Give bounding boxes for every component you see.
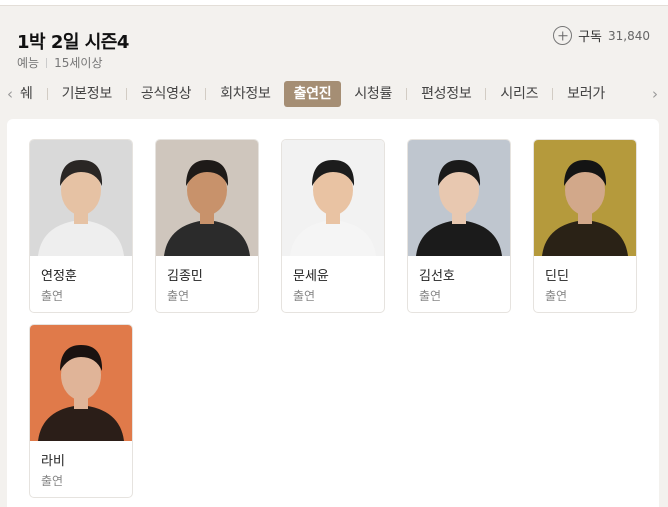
cast-name: 라비 bbox=[41, 454, 65, 469]
portrait-image bbox=[30, 140, 132, 256]
cast-photo bbox=[30, 140, 132, 256]
tab-bar: ‹ 쉐 기본정보 공식영상 회차정보 출연진 시청률 편성정보 시리즈 보러가 … bbox=[0, 79, 668, 109]
cast-name: 딘딘 bbox=[545, 269, 569, 284]
tab-divider bbox=[205, 88, 207, 100]
tab-watch[interactable]: 보러가 bbox=[567, 81, 605, 107]
cast-photo bbox=[408, 140, 510, 256]
cast-card[interactable]: 김선호 출연 bbox=[407, 139, 511, 313]
cast-photo bbox=[30, 325, 132, 441]
tab-basic-info[interactable]: 기본정보 bbox=[62, 81, 113, 107]
cast-photo bbox=[534, 140, 636, 256]
chevron-right-icon[interactable]: › bbox=[648, 86, 662, 102]
cast-role: 출연 bbox=[41, 289, 64, 303]
tab-divider bbox=[552, 88, 554, 100]
chevron-left-icon[interactable]: ‹ bbox=[3, 86, 17, 102]
plus-circle-icon bbox=[553, 26, 573, 45]
top-border bbox=[0, 0, 668, 6]
cast-card[interactable]: 라비 출연 bbox=[29, 324, 133, 498]
subscribe-button[interactable]: 구독 31,840 bbox=[553, 26, 650, 45]
cast-photo bbox=[282, 140, 384, 256]
tab-series[interactable]: 시리즈 bbox=[500, 81, 538, 107]
cast-name: 김선호 bbox=[419, 269, 455, 284]
program-title: 1박 2일 시즌4 bbox=[17, 32, 129, 53]
cast-card[interactable]: 딘딘 출연 bbox=[533, 139, 637, 313]
subscribe-label: 구독 bbox=[578, 30, 602, 45]
tab-cast[interactable]: 출연진 bbox=[283, 81, 342, 107]
cast-name: 연정훈 bbox=[41, 269, 77, 284]
cast-role: 출연 bbox=[545, 289, 568, 303]
portrait-image bbox=[408, 140, 510, 256]
tab-official-video[interactable]: 공식영상 bbox=[141, 81, 192, 107]
cast-name: 김종민 bbox=[167, 269, 203, 284]
tab-list: 쉐 기본정보 공식영상 회차정보 출연진 시청률 편성정보 시리즈 보러가 bbox=[20, 79, 644, 109]
cast-card[interactable]: 문세윤 출연 bbox=[281, 139, 385, 313]
cast-role: 출연 bbox=[167, 289, 190, 303]
cast-name: 문세윤 bbox=[293, 269, 329, 284]
tab-divider bbox=[46, 88, 48, 100]
program-meta: 예능 15세이상 bbox=[17, 54, 102, 71]
portrait-image bbox=[534, 140, 636, 256]
cast-card[interactable]: 연정훈 출연 bbox=[29, 139, 133, 313]
tab-partial[interactable]: 쉐 bbox=[20, 81, 33, 107]
cast-card[interactable]: 김종민 출연 bbox=[155, 139, 259, 313]
cast-role: 출연 bbox=[293, 289, 316, 303]
cast-panel: 연정훈 출연 김종민 출연 문세윤 출연 김선호 출연 딘딘 출연 라비 출연 bbox=[7, 119, 659, 507]
age-rating: 15세이상 bbox=[54, 56, 103, 70]
tab-schedule[interactable]: 편성정보 bbox=[421, 81, 472, 107]
portrait-image bbox=[30, 325, 132, 441]
genre-label[interactable]: 예능 bbox=[17, 54, 39, 71]
tab-divider bbox=[485, 88, 487, 100]
portrait-image bbox=[282, 140, 384, 256]
tab-divider bbox=[125, 88, 127, 100]
cast-role: 출연 bbox=[41, 474, 64, 488]
tab-episodes[interactable]: 회차정보 bbox=[220, 81, 271, 107]
cast-photo bbox=[156, 140, 258, 256]
portrait-image bbox=[156, 140, 258, 256]
cast-role: 출연 bbox=[419, 289, 442, 303]
subscriber-count: 31,840 bbox=[608, 28, 650, 43]
meta-divider bbox=[46, 57, 48, 68]
tab-divider bbox=[406, 88, 408, 100]
tab-ratings[interactable]: 시청률 bbox=[354, 81, 392, 107]
